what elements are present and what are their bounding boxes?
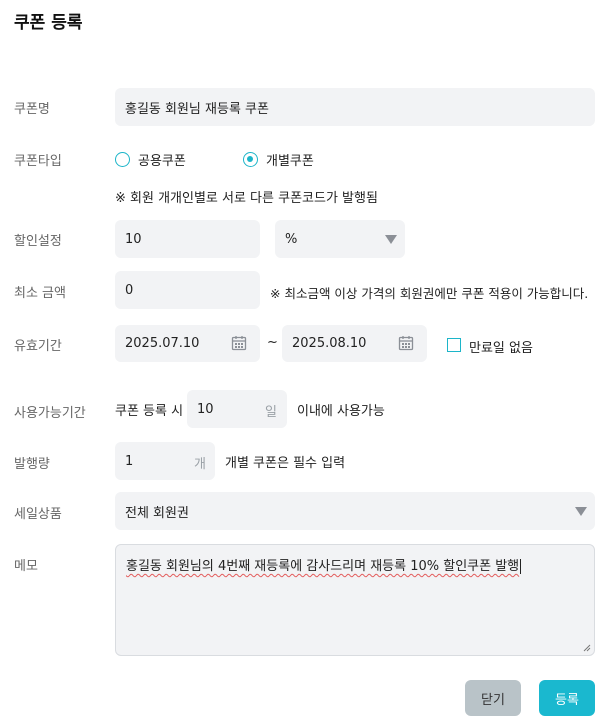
discount-unit-value: % <box>285 231 298 247</box>
close-button[interactable]: 닫기 <box>465 680 521 716</box>
radio-individual-label: 개별쿠폰 <box>266 154 314 169</box>
min-amount-note: ※ 최소금액 이상 가격의 회원권에만 쿠폰 적용이 가능합니다. <box>270 286 589 301</box>
memo-textarea[interactable]: 홍길동 회원님의 4번째 재등록에 감사드리며 재등록 10% 할인쿠폰 발행 <box>115 544 595 656</box>
coupon-name-input[interactable]: 홍길동 회원님 재등록 쿠폰 <box>115 88 595 126</box>
calendar-icon[interactable] <box>231 335 247 351</box>
issue-count-label: 발행량 <box>14 457 50 472</box>
usable-period-input[interactable]: 10 일 <box>187 390 287 428</box>
sale-product-select[interactable]: 전체 회원권 <box>115 492 595 530</box>
issue-count-unit: 개 <box>194 457 206 472</box>
usable-period-prefix: 쿠폰 등록 시 <box>115 404 184 419</box>
radio-public-coupon[interactable]: 공용쿠폰 <box>115 150 186 169</box>
sale-product-value: 전체 회원권 <box>125 505 189 521</box>
min-amount-value: 0 <box>125 282 134 298</box>
validity-start-input[interactable]: 2025.07.10 <box>115 325 260 362</box>
usable-period-suffix: 이내에 사용가능 <box>297 404 385 419</box>
date-range-separator: ~ <box>267 335 278 350</box>
issue-count-input[interactable]: 1 개 <box>115 442 215 480</box>
validity-end-input[interactable]: 2025.08.10 <box>282 325 427 362</box>
text-cursor <box>520 559 522 574</box>
issue-count-value: 1 <box>125 453 134 469</box>
usable-period-label: 사용가능기간 <box>14 406 86 421</box>
radio-checked-icon <box>243 152 258 167</box>
min-amount-label: 최소 금액 <box>14 286 66 301</box>
coupon-type-note: ※ 회원 개개인별로 서로 다른 쿠폰코드가 발행됨 <box>115 191 378 206</box>
coupon-type-label: 쿠폰타입 <box>14 154 62 169</box>
issue-count-note: 개별 쿠폰은 필수 입력 <box>225 456 346 471</box>
register-button[interactable]: 등록 <box>539 680 595 716</box>
no-expiry-label: 만료일 없음 <box>469 341 533 356</box>
usable-period-unit: 일 <box>265 405 277 420</box>
discount-value-input[interactable]: 10 <box>115 220 260 258</box>
memo-label: 메모 <box>14 559 38 574</box>
usable-period-value: 10 <box>197 401 214 417</box>
memo-value: 홍길동 회원님의 4번째 재등록에 감사드리며 재등록 10% 할인쿠폰 발행 <box>126 559 520 574</box>
radio-individual-coupon[interactable]: 개별쿠폰 <box>243 150 314 169</box>
validity-label: 유효기간 <box>14 339 62 354</box>
calendar-icon[interactable] <box>398 335 414 351</box>
dropdown-arrow-icon <box>385 235 397 244</box>
dialog-title: 쿠폰 등록 <box>14 13 83 33</box>
radio-public-label: 공용쿠폰 <box>138 154 186 169</box>
discount-unit-select[interactable]: % <box>275 220 405 258</box>
no-expiry-checkbox[interactable] <box>447 338 461 352</box>
discount-value: 10 <box>125 231 142 247</box>
dropdown-arrow-icon <box>575 507 587 516</box>
validity-start-value: 2025.07.10 <box>125 336 200 351</box>
min-amount-input[interactable]: 0 <box>115 271 260 309</box>
radio-circle-icon <box>115 152 130 167</box>
resize-handle-icon[interactable] <box>583 644 591 652</box>
coupon-name-label: 쿠폰명 <box>14 102 50 117</box>
validity-end-value: 2025.08.10 <box>292 336 367 351</box>
discount-label: 할인설정 <box>14 234 62 249</box>
sale-product-label: 세일상품 <box>14 507 62 522</box>
coupon-name-value: 홍길동 회원님 재등록 쿠폰 <box>125 101 269 117</box>
